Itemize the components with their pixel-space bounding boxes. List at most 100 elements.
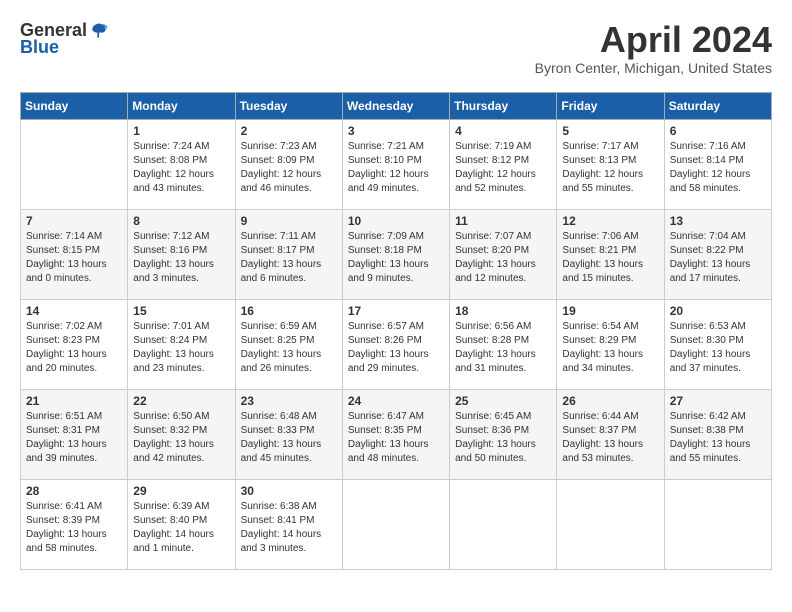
calendar-cell: 16 Sunrise: 6:59 AM Sunset: 8:25 PM Dayli…: [235, 299, 342, 389]
calendar-cell: 5Sunrise: 7:17 AM Sunset: 8:13 PM Daylig…: [557, 119, 664, 209]
day-number: 8: [133, 214, 229, 228]
page-header: General Blue April 2024 Byron Center, Mi…: [20, 20, 772, 76]
day-number: 18: [455, 304, 551, 318]
day-number: 14: [26, 304, 122, 318]
calendar-cell: [21, 119, 128, 209]
day-info: Sunrise: 6:51 AM Sunset: 8:31 PM Dayligh…: [26, 410, 122, 466]
calendar-cell: 8 Sunrise: 7:12 AM Sunset: 8:16 PM Daylig…: [128, 209, 235, 299]
calendar-cell: 23 Sunrise: 6:48 AM Sunset: 8:33 PM Dayli…: [235, 389, 342, 479]
day-number: 30: [241, 484, 337, 498]
day-number: 22: [133, 394, 229, 408]
day-number: 27: [670, 394, 766, 408]
calendar-cell: [664, 479, 771, 569]
calendar-cell: 21 Sunrise: 6:51 AM Sunset: 8:31 PM Dayli…: [21, 389, 128, 479]
column-header-saturday: Saturday: [664, 92, 771, 119]
day-info: Sunrise: 6:44 AM Sunset: 8:37 PM Dayligh…: [562, 410, 658, 466]
day-info: Sunrise: 6:47 AM Sunset: 8:35 PM Dayligh…: [348, 410, 444, 466]
calendar-cell: 27 Sunrise: 6:42 AM Sunset: 8:38 PM Dayli…: [664, 389, 771, 479]
day-number: 23: [241, 394, 337, 408]
day-info: Sunrise: 6:54 AM Sunset: 8:29 PM Dayligh…: [562, 320, 658, 376]
logo: General Blue: [20, 20, 109, 58]
day-number: 10: [348, 214, 444, 228]
day-info: Sunrise: 6:48 AM Sunset: 8:33 PM Dayligh…: [241, 410, 337, 466]
calendar-cell: 26 Sunrise: 6:44 AM Sunset: 8:37 PM Dayli…: [557, 389, 664, 479]
calendar-cell: 29 Sunrise: 6:39 AM Sunset: 8:40 PM Dayli…: [128, 479, 235, 569]
day-number: 6: [670, 124, 766, 138]
column-header-wednesday: Wednesday: [342, 92, 449, 119]
day-number: 25: [455, 394, 551, 408]
calendar-header-row: SundayMondayTuesdayWednesdayThursdayFrid…: [21, 92, 772, 119]
title-area: April 2024 Byron Center, Michigan, Unite…: [535, 20, 772, 76]
day-info: Sunrise: 7:12 AM Sunset: 8:16 PM Dayligh…: [133, 230, 229, 286]
column-header-thursday: Thursday: [450, 92, 557, 119]
day-number: 4: [455, 124, 551, 138]
calendar-cell: 24 Sunrise: 6:47 AM Sunset: 8:35 PM Dayli…: [342, 389, 449, 479]
calendar-cell: 9Sunrise: 7:11 AM Sunset: 8:17 PM Daylig…: [235, 209, 342, 299]
day-info: Sunrise: 7:24 AM Sunset: 8:08 PM Dayligh…: [133, 140, 229, 196]
day-info: Sunrise: 7:21 AM Sunset: 8:10 PM Dayligh…: [348, 140, 444, 196]
logo-bird-icon: [89, 21, 109, 41]
day-number: 1: [133, 124, 229, 138]
calendar-cell: 2Sunrise: 7:23 AM Sunset: 8:09 PM Daylig…: [235, 119, 342, 209]
day-info: Sunrise: 7:09 AM Sunset: 8:18 PM Dayligh…: [348, 230, 444, 286]
calendar-cell: 20 Sunrise: 6:53 AM Sunset: 8:30 PM Dayli…: [664, 299, 771, 389]
day-info: Sunrise: 7:07 AM Sunset: 8:20 PM Dayligh…: [455, 230, 551, 286]
day-info: Sunrise: 6:45 AM Sunset: 8:36 PM Dayligh…: [455, 410, 551, 466]
calendar-week-row: 1 Sunrise: 7:24 AM Sunset: 8:08 PM Daylig…: [21, 119, 772, 209]
calendar-week-row: 28 Sunrise: 6:41 AM Sunset: 8:39 PM Dayli…: [21, 479, 772, 569]
calendar-table: SundayMondayTuesdayWednesdayThursdayFrid…: [20, 92, 772, 570]
day-number: 5: [562, 124, 658, 138]
calendar-cell: 14Sunrise: 7:02 AM Sunset: 8:23 PM Dayli…: [21, 299, 128, 389]
logo-blue-text: Blue: [20, 37, 59, 58]
calendar-week-row: 21 Sunrise: 6:51 AM Sunset: 8:31 PM Dayli…: [21, 389, 772, 479]
day-info: Sunrise: 6:41 AM Sunset: 8:39 PM Dayligh…: [26, 500, 122, 556]
calendar-cell: 17 Sunrise: 6:57 AM Sunset: 8:26 PM Dayli…: [342, 299, 449, 389]
calendar-cell: 3 Sunrise: 7:21 AM Sunset: 8:10 PM Daylig…: [342, 119, 449, 209]
day-number: 9: [241, 214, 337, 228]
day-number: 24: [348, 394, 444, 408]
day-number: 11: [455, 214, 551, 228]
day-info: Sunrise: 7:01 AM Sunset: 8:24 PM Dayligh…: [133, 320, 229, 376]
day-number: 19: [562, 304, 658, 318]
calendar-cell: 19 Sunrise: 6:54 AM Sunset: 8:29 PM Dayli…: [557, 299, 664, 389]
day-info: Sunrise: 6:38 AM Sunset: 8:41 PM Dayligh…: [241, 500, 337, 556]
day-number: 16: [241, 304, 337, 318]
calendar-cell: 18 Sunrise: 6:56 AM Sunset: 8:28 PM Dayli…: [450, 299, 557, 389]
day-info: Sunrise: 6:42 AM Sunset: 8:38 PM Dayligh…: [670, 410, 766, 466]
day-info: Sunrise: 7:19 AM Sunset: 8:12 PM Dayligh…: [455, 140, 551, 196]
day-number: 20: [670, 304, 766, 318]
calendar-cell: [557, 479, 664, 569]
calendar-week-row: 7Sunrise: 7:14 AM Sunset: 8:15 PM Daylig…: [21, 209, 772, 299]
calendar-cell: 1 Sunrise: 7:24 AM Sunset: 8:08 PM Daylig…: [128, 119, 235, 209]
calendar-cell: 4 Sunrise: 7:19 AM Sunset: 8:12 PM Daylig…: [450, 119, 557, 209]
day-number: 26: [562, 394, 658, 408]
day-info: Sunrise: 6:57 AM Sunset: 8:26 PM Dayligh…: [348, 320, 444, 376]
day-number: 17: [348, 304, 444, 318]
day-info: Sunrise: 7:14 AM Sunset: 8:15 PM Dayligh…: [26, 230, 122, 286]
calendar-cell: 25 Sunrise: 6:45 AM Sunset: 8:36 PM Dayli…: [450, 389, 557, 479]
day-number: 12: [562, 214, 658, 228]
day-number: 28: [26, 484, 122, 498]
calendar-week-row: 14Sunrise: 7:02 AM Sunset: 8:23 PM Dayli…: [21, 299, 772, 389]
calendar-cell: 30 Sunrise: 6:38 AM Sunset: 8:41 PM Dayli…: [235, 479, 342, 569]
day-number: 29: [133, 484, 229, 498]
column-header-friday: Friday: [557, 92, 664, 119]
column-header-sunday: Sunday: [21, 92, 128, 119]
day-info: Sunrise: 6:59 AM Sunset: 8:25 PM Dayligh…: [241, 320, 337, 376]
month-title: April 2024: [535, 20, 772, 60]
day-info: Sunrise: 7:04 AM Sunset: 8:22 PM Dayligh…: [670, 230, 766, 286]
calendar-cell: 13Sunrise: 7:04 AM Sunset: 8:22 PM Dayli…: [664, 209, 771, 299]
day-info: Sunrise: 6:39 AM Sunset: 8:40 PM Dayligh…: [133, 500, 229, 556]
column-header-tuesday: Tuesday: [235, 92, 342, 119]
day-info: Sunrise: 6:53 AM Sunset: 8:30 PM Dayligh…: [670, 320, 766, 376]
day-number: 3: [348, 124, 444, 138]
calendar-cell: 10 Sunrise: 7:09 AM Sunset: 8:18 PM Dayli…: [342, 209, 449, 299]
day-info: Sunrise: 7:16 AM Sunset: 8:14 PM Dayligh…: [670, 140, 766, 196]
day-info: Sunrise: 6:50 AM Sunset: 8:32 PM Dayligh…: [133, 410, 229, 466]
day-number: 2: [241, 124, 337, 138]
calendar-cell: 15Sunrise: 7:01 AM Sunset: 8:24 PM Dayli…: [128, 299, 235, 389]
calendar-cell: 12Sunrise: 7:06 AM Sunset: 8:21 PM Dayli…: [557, 209, 664, 299]
day-info: Sunrise: 6:56 AM Sunset: 8:28 PM Dayligh…: [455, 320, 551, 376]
day-number: 21: [26, 394, 122, 408]
column-header-monday: Monday: [128, 92, 235, 119]
